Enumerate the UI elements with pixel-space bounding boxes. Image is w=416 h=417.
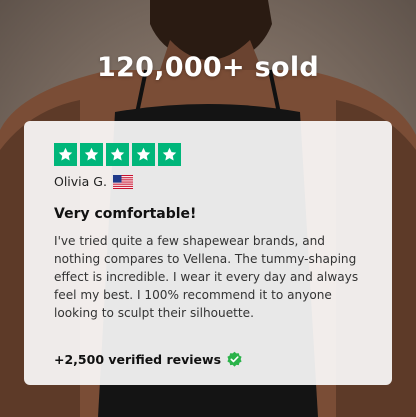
verified-check-icon [227,351,242,367]
verified-reviews-count: +2,500 verified reviews [54,352,222,367]
star-rating [54,143,370,166]
verified-reviews: +2,500 verified reviews [54,351,243,368]
review-card: Olivia G. Very comfortable! I've tried q… [24,121,392,385]
product-photo-background: 120,000+ sold Olivia G. Very comfortable… [0,0,416,417]
reviewer-info: Olivia G. [54,174,370,189]
star-icon [132,143,155,166]
star-icon [80,143,103,166]
star-icon [106,143,129,166]
review-title: Very comfortable! [54,206,197,222]
star-icon [54,143,77,166]
units-sold-headline: 120,000+ sold [96,52,320,83]
us-flag-icon [112,174,133,189]
review-body: I've tried quite a few shapewear brands,… [54,234,359,320]
star-icon [158,143,181,166]
reviewer-name: Olivia G. [54,174,107,189]
